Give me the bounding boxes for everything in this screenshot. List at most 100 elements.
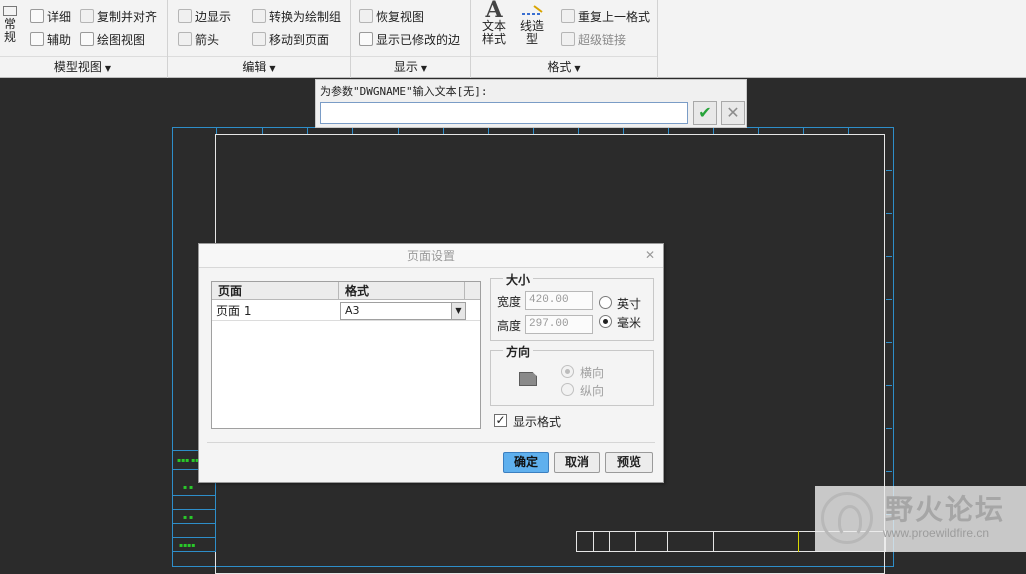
width-field[interactable]: 420.00 (525, 291, 593, 310)
ok-button[interactable]: 确定 (503, 452, 549, 473)
size-legend: 大小 (503, 271, 534, 288)
table-header: 页面 格式 (212, 282, 480, 300)
close-icon[interactable]: ✕ (645, 248, 655, 262)
chevron-down-icon[interactable]: ▼ (451, 303, 465, 319)
page-cell: 页面 1 (216, 304, 252, 318)
chevron-down-icon: ▼ (574, 64, 581, 73)
hyperlink-button[interactable]: 超级链接 (561, 31, 626, 49)
preview-button[interactable]: 预览 (605, 452, 653, 473)
left-block-mark: ▪▪▪▪ (179, 542, 196, 549)
cancel-button[interactable]: 取消 (554, 452, 600, 473)
edit-group-label[interactable]: 编辑 ▼ (168, 56, 350, 76)
frame-zone-tick (533, 128, 534, 134)
restore-view-label: 恢复视图 (376, 10, 425, 24)
frame-zone-tick (443, 128, 444, 134)
frame-zone-tick (886, 471, 892, 472)
page-orientation-icon (519, 372, 537, 386)
title-block-line (609, 532, 610, 551)
frame-zone-tick (758, 128, 759, 134)
display-group: 恢复视图 显示已修改的边 显示 ▼ (351, 0, 471, 78)
height-field[interactable]: 297.00 (525, 315, 593, 334)
chevron-down-icon: ▼ (104, 64, 112, 73)
cancel-x-icon[interactable]: ✕ (721, 101, 745, 125)
watermark-title: 野火论坛 (885, 493, 1006, 526)
frame-zone-tick (307, 128, 308, 134)
move-to-page-button[interactable]: 移动到页面 (252, 31, 329, 49)
repeat-last-format-button[interactable]: 重复上一格式 (561, 8, 650, 26)
repeat-format-icon (561, 9, 575, 23)
format-group: A 文本样式 线造型 重复上一格式 超级链接 格式 ▼ (471, 0, 658, 78)
detail-label: 详细 (47, 10, 72, 24)
frame-zone-tick (848, 128, 849, 134)
general-label: 常规 (3, 17, 16, 44)
col-header-page[interactable]: 页面 (218, 282, 242, 300)
frame-zone-tick (578, 128, 579, 134)
restore-view-button[interactable]: 恢复视图 (359, 8, 424, 26)
modified-edges-icon (359, 32, 373, 46)
left-block-mark: ▪ ▪ (183, 514, 194, 521)
frame-zone-tick (886, 428, 892, 429)
page-setup-dialog: 页面设置 ✕ 页面 格式 页面 1 A3 ▼ 大小 宽度 420.00 英寸 高… (198, 243, 664, 483)
prompt-text-input[interactable] (320, 102, 688, 124)
general-button[interactable]: 常规 (0, 6, 20, 44)
edge-display-button[interactable]: 边显示 (178, 8, 231, 26)
frame-zone-tick (803, 128, 804, 134)
line-type-button[interactable]: 线造型 (517, 4, 547, 46)
left-block-mark: ▪▪▪ ▪▪ (177, 457, 200, 464)
frame-zone-tick (488, 128, 489, 134)
arrow-button[interactable]: 箭头 (178, 31, 219, 49)
orientation-legend: 方向 (503, 343, 534, 360)
title-block-accent-line (798, 531, 799, 552)
left-block-line (173, 523, 215, 524)
chevron-down-icon: ▼ (269, 64, 276, 73)
frame-zone-tick (216, 128, 217, 134)
model-view-group-label[interactable]: 模型视图 ▼ (0, 56, 167, 76)
left-block-mark: ▪ ▪ (183, 484, 194, 491)
frame-zone-tick (886, 170, 892, 171)
frame-zone-tick (886, 342, 892, 343)
convert-icon (252, 9, 266, 23)
model-view-group: 常规 详细 复制并对齐 辅助 绘图视图 模型视图 ▼ (0, 0, 168, 78)
format-label-text: 格式 (547, 60, 572, 74)
unit-inch-label: 英寸 (617, 297, 642, 311)
frame-zone-tick (262, 128, 263, 134)
auxiliary-button[interactable]: 辅助 (30, 31, 71, 49)
dialog-separator (207, 442, 655, 443)
drawing-view-button[interactable]: 绘图视图 (80, 31, 145, 49)
detail-button[interactable]: 详细 (30, 8, 71, 26)
drawing-view-icon (80, 32, 94, 46)
forum-watermark: 野火论坛 www.proewildfire.cn (815, 486, 1026, 552)
text-style-button[interactable]: A 文本样式 (479, 0, 509, 46)
hyperlink-label: 超级链接 (578, 33, 627, 47)
col-separator (464, 282, 465, 300)
unit-mm-radio[interactable] (599, 315, 612, 328)
line-type-icon (517, 4, 547, 20)
copy-align-button[interactable]: 复制并对齐 (80, 8, 157, 26)
copy-align-label: 复制并对齐 (97, 10, 158, 24)
edge-display-label: 边显示 (195, 10, 232, 24)
display-label-text: 显示 (393, 60, 418, 74)
title-block-line (713, 532, 714, 551)
parameter-prompt-bar: 为参数"DWGNAME"输入文本[无]: ✔ ✕ (315, 79, 747, 128)
show-modified-edges-button[interactable]: 显示已修改的边 (359, 31, 460, 49)
dialog-title: 页面设置 (199, 244, 663, 268)
show-format-checkbox[interactable]: ✓ (494, 414, 507, 427)
text-style-icon: A (485, 0, 503, 23)
confirm-check-icon[interactable]: ✔ (693, 101, 717, 125)
portrait-radio[interactable] (561, 383, 574, 396)
title-block-line (593, 532, 594, 551)
landscape-label: 横向 (580, 366, 605, 380)
copy-align-icon (80, 9, 94, 23)
width-label: 宽度 (497, 295, 522, 309)
landscape-radio[interactable] (561, 365, 574, 378)
format-group-label[interactable]: 格式 ▼ (471, 56, 657, 76)
convert-to-drawing-button[interactable]: 转换为绘制组 (252, 8, 341, 26)
table-row[interactable]: 页面 1 A3 ▼ (212, 301, 480, 321)
display-group-label[interactable]: 显示 ▼ (351, 56, 470, 76)
col-header-format[interactable]: 格式 (345, 282, 369, 300)
format-select[interactable]: A3 ▼ (340, 302, 466, 320)
frame-zone-tick (668, 128, 669, 134)
unit-inch-radio[interactable] (599, 296, 612, 309)
edge-display-icon (178, 9, 192, 23)
model-view-label-text: 模型视图 (53, 60, 102, 74)
